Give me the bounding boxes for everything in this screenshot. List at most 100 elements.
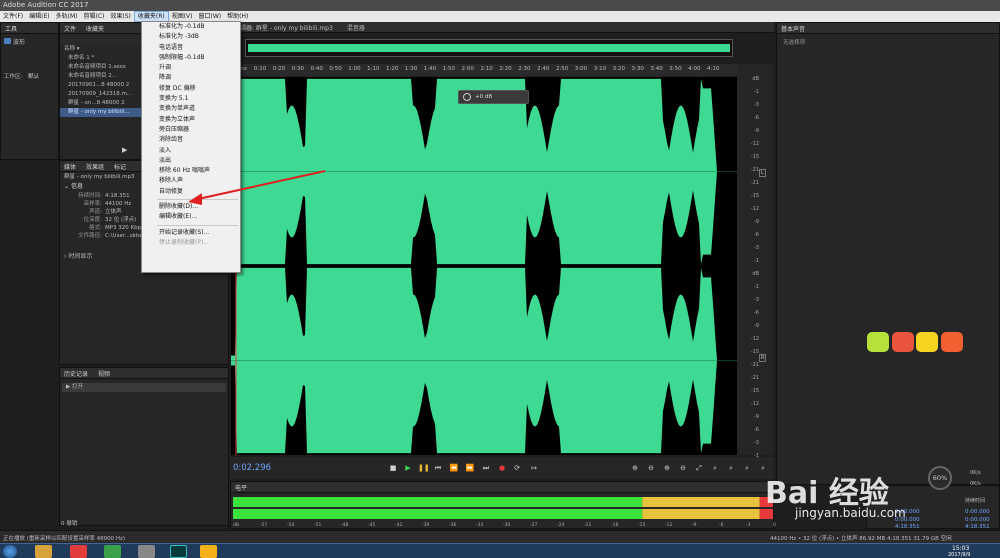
loop-icon[interactable]: ⟳ [512,463,522,473]
skip-previous-icon[interactable]: ⏮ [433,463,443,473]
tab-editor[interactable]: 编辑器: 群星 - only my bilibili.mp3 [234,23,333,32]
selection-duration-header: 持续时间 [965,498,986,504]
db-scale-label: -1 [754,284,759,290]
menu-item-convert-stereo[interactable]: 变换为立体声 [142,115,240,125]
zoom-in-time-icon[interactable]: ⊕ [662,463,672,473]
skip-next-icon[interactable]: ⏭ [481,463,491,473]
db-scale-label: -15 [750,154,759,160]
ruler-tick-label: 0:40 [310,66,323,72]
taskbar-time[interactable]: 15:03 [952,545,969,552]
tab-video[interactable]: 视频 [98,369,110,378]
time-ruler[interactable]: hms0:100:200:300:400:501:001:101:201:301… [231,64,737,76]
tab-mixer[interactable]: 混音器 [347,23,365,32]
play-preview-icon[interactable]: ▶ [122,146,127,154]
db-scale-label: -6 [754,310,759,316]
watermelon-icon[interactable] [892,332,914,352]
baidu-watermark: Bai 经验 jingyan.baidu.com [765,462,965,522]
meter-scale-label: -36 [449,523,457,528]
menu-item-start-recording[interactable]: 开始记录收藏(S)... [142,228,240,238]
menu-item-normalize-3[interactable]: 标准化为 -3dB [142,32,240,42]
meter-scale-label: -18 [611,523,619,528]
db-scale-label: -6 [754,115,759,121]
volume-knob-icon[interactable] [463,93,471,101]
db-scale-label: -9 [754,128,759,134]
media-app-icon[interactable] [70,545,87,558]
zoom-selection-icon[interactable]: ⌕ [710,463,720,473]
zoom-out-amplitude-icon[interactable]: ⊖ [646,463,656,473]
meter-scale-label: -27 [530,523,538,528]
menu-item-telephone[interactable]: 电话语音 [142,43,240,53]
meter-scale-label: -54 [287,523,295,528]
waveform-overview[interactable] [245,39,733,57]
audition-app-icon[interactable] [170,545,187,558]
menu-item-normalize-0.1[interactable]: 标准化为 -0.1dB [142,22,240,32]
pause-icon[interactable]: ❚❚ [418,463,430,473]
history-row[interactable]: ▶ 打开 [62,383,226,392]
skip-selection-icon[interactable]: ↦ [529,463,539,473]
fast-forward-icon[interactable]: ⏩ [465,463,475,473]
workspace-selector[interactable]: 工作区: 默认 [4,72,39,80]
menu-file[interactable]: 文件(F) [0,11,26,22]
meter-scale-label: -6 [719,523,724,528]
tab-favorites[interactable]: 收藏夹 [86,24,104,33]
tab-effects-rack[interactable]: 效果组 [86,162,104,171]
menu-item-repair-dc[interactable]: 修复 DC 偏移 [142,84,240,94]
start-button-icon[interactable] [3,545,17,558]
meter-scale-label: -15 [638,523,646,528]
db-scale-label: -12 [750,141,759,147]
play-icon[interactable]: ▶ [403,463,413,473]
menu-item-convert-mono[interactable]: 变换为单声道 [142,104,240,114]
zoom-right-icon[interactable]: ⌕ [742,463,752,473]
mode-waveform[interactable]: 波形 [4,37,55,46]
meter-segment [233,509,643,519]
menu-multitrack[interactable]: 多轨(M) [53,11,81,22]
essential-sound-header: 基本声音 [777,23,999,34]
menu-item-edit-favorites[interactable]: 编辑收藏(E)... [142,212,240,222]
menu-item-convert-5.1[interactable]: 变换为 5.1 [142,94,240,104]
file-explorer-icon[interactable] [35,545,52,558]
db-scale-label: -21 [750,180,759,186]
ruler-tick-label: 2:10 [480,66,493,72]
channel-l-label[interactable]: L [759,169,766,177]
zoom-full-icon[interactable]: ⤢ [694,463,704,473]
ruler-tick-label: 4:00 [688,66,701,72]
current-time[interactable]: 0:02.296 [233,463,271,473]
menu-item-fade-in[interactable]: 淡入 [142,146,240,156]
melon-icon[interactable] [867,332,889,352]
chat-app-icon[interactable] [138,545,155,558]
banana-icon[interactable] [916,332,938,352]
browser-app-icon[interactable] [200,545,217,558]
zoom-out-time-icon[interactable]: ⊖ [678,463,688,473]
ruler-tick-label: 4:10 [707,66,720,72]
tab-history[interactable]: 历史记录 [64,369,88,378]
ruler-tick-label: 0:20 [272,66,286,72]
stop-icon[interactable]: ■ [388,463,398,473]
menu-item-raise-pitch[interactable]: 升调 [142,63,240,73]
menu-item-voiceover-compressor[interactable]: 旁白压缩器 [142,125,240,135]
db-scale-label: dB [752,76,759,82]
taskbar-date[interactable]: 2017/9/9 [948,552,970,558]
record-icon[interactable]: ● [497,463,507,473]
tab-files[interactable]: 文件 [64,24,76,33]
ruler-tick-label: 2:20 [499,66,512,72]
zoom-in-amplitude-icon[interactable]: ⊕ [630,463,640,473]
ruler-tick-label: 1:10 [367,66,380,72]
db-scale-label: -12 [750,336,759,342]
meter-segment [642,497,760,507]
rewind-icon[interactable]: ⏪ [449,463,459,473]
meter-scale-label: -9 [692,523,697,528]
menu-item-lower-pitch[interactable]: 降调 [142,73,240,83]
menu-edit[interactable]: 编辑(E) [26,11,52,22]
tab-media[interactable]: 媒体 [64,162,76,171]
menu-effects[interactable]: 效果(S) [107,11,134,22]
channel-r-label[interactable]: R [759,354,767,362]
strawberry-icon[interactable] [941,332,963,352]
gain-hud[interactable]: +0 dB [458,90,529,104]
menu-item-deess[interactable]: 消除齿音 [142,135,240,145]
menu-clip[interactable]: 剪辑(C) [80,11,107,22]
game-app-icon[interactable] [104,545,121,558]
waveform-display[interactable]: +0 dB [231,77,737,455]
zoom-left-icon[interactable]: ⌕ [726,463,736,473]
tab-markers[interactable]: 标记 [114,162,126,171]
menu-item-hard-limit[interactable]: 强制限幅 -0.1dB [142,53,240,63]
